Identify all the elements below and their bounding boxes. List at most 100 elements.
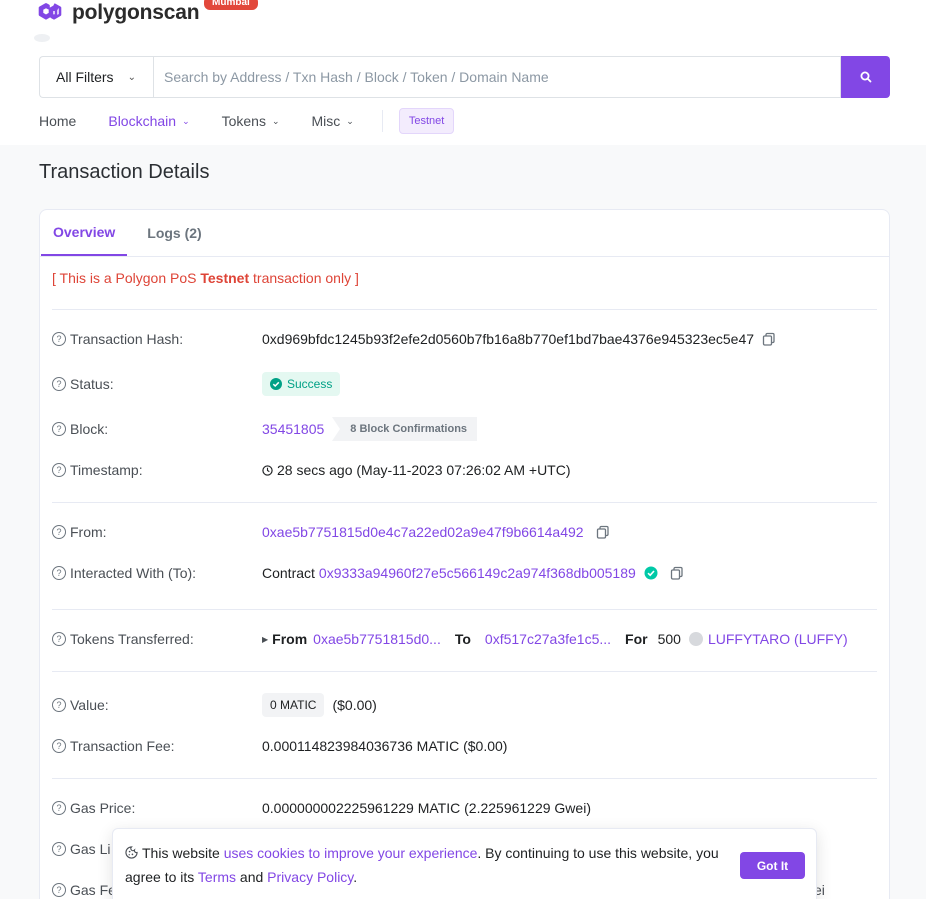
chevron-down-icon: ⌄ [127,71,136,83]
tab-bar: Overview Logs (2) [40,210,889,257]
help-icon[interactable]: ? [52,739,66,753]
cookie-banner: This website uses cookies to improve you… [112,828,817,899]
help-icon[interactable]: ? [52,698,66,712]
cookie-text-1: This website [142,845,224,861]
transaction-card: Overview Logs (2) [ This is a Polygon Po… [39,209,890,899]
testnet-notice: [ This is a Polygon PoS Testnet transact… [52,270,359,286]
caret-right-icon[interactable]: ▶ [262,635,268,644]
row-value: 0 MATIC ($0.00) [262,693,377,717]
row-block: ? Block: 35451805 8 Block Confirmations [52,417,877,441]
help-icon[interactable]: ? [52,566,66,580]
tab-overview[interactable]: Overview [41,210,128,256]
row-value: 0.000000002225961229 MATIC (2.225961229 … [262,800,591,816]
row-label: ? Transaction Hash: [52,331,262,347]
nav-misc[interactable]: Misc ⌄ [312,113,354,129]
row-status: ? Status: Success [52,372,877,396]
help-icon[interactable]: ? [52,332,66,346]
copy-icon[interactable] [596,525,610,539]
notice-prefix: [ This is a Polygon PoS [52,270,201,286]
row-gas-fees: ? Gas Fe [52,882,116,898]
row-label: ? Tokens Transferred: [52,631,262,647]
transaction-hash-label: Transaction Hash: [70,331,184,347]
chevron-down-icon: ⌄ [182,115,190,126]
divider [52,778,877,779]
got-it-button[interactable]: Got It [740,852,805,879]
copy-icon[interactable] [762,332,776,346]
transfer-to-link[interactable]: 0xf517c27a3fe1c5... [485,631,611,647]
chevron-down-icon: ⌄ [271,115,280,126]
from-label: From: [70,524,107,540]
cookie-text: This website uses cookies to improve you… [125,841,725,889]
row-label: ? Value: [52,697,262,713]
logo[interactable]: polygonscan Mumbai [38,0,258,26]
help-icon[interactable]: ? [52,842,66,856]
clock-icon [262,464,273,476]
row-label: ? Transaction Fee: [52,738,262,754]
cookie-policy-link[interactable]: uses cookies to improve your experience [224,845,478,861]
divider [52,609,877,610]
row-label: ? Status: [52,376,262,392]
main-nav: Home Blockchain ⌄ Tokens ⌄ Misc ⌄ Testne… [39,108,455,134]
interacted-with-label: Interacted With (To): [70,565,197,581]
help-icon[interactable]: ? [52,801,66,815]
token-link[interactable]: LUFFYTARO (LUFFY) [708,631,848,647]
contract-prefix: Contract [262,565,315,581]
gas-price: 0.000000002225961229 MATIC (2.225961229 … [262,800,591,816]
row-value: 0xae5b7751815d0e4c7a22ed02a9e47f9b6614a4… [262,524,610,540]
search-button[interactable] [841,56,890,98]
privacy-policy-link[interactable]: Privacy Policy [267,869,353,885]
polygon-logo-icon [38,3,62,20]
row-value: 28 secs ago (May-11-2023 07:26:02 AM +UT… [262,462,571,478]
transfer-from-link[interactable]: 0xae5b7751815d0... [313,631,441,647]
tokens-transferred-label: Tokens Transferred: [70,631,194,647]
row-interacted-with: ? Interacted With (To): Contract 0x9333a… [52,565,877,581]
contract-address-link[interactable]: 0x9333a94960f27e5c566149c2a974f368db0051… [319,565,636,581]
nav-blockchain[interactable]: Blockchain ⌄ [108,113,189,129]
row-gas-price: ? Gas Price: 0.000000002225961229 MATIC … [52,800,877,816]
row-transaction-fee: ? Transaction Fee: 0.000114823984036736 … [52,738,877,754]
transaction-hash: 0xd969bfdc1245b93f2efe2d0560b7fb16a8b770… [262,331,755,347]
from-address-link[interactable]: 0xae5b7751815d0e4c7a22ed02a9e47f9b6614a4… [262,524,584,540]
network-badge: Mumbai [204,0,258,10]
search-icon [860,71,871,83]
help-icon[interactable]: ? [52,883,66,897]
row-value: Contract 0x9333a94960f27e5c566149c2a974f… [262,565,684,581]
timestamp: 28 secs ago (May-11-2023 07:26:02 AM +UT… [277,462,571,478]
help-icon[interactable]: ? [52,422,66,436]
row-value: ? Value: 0 MATIC ($0.00) [52,693,877,717]
row-transaction-hash: ? Transaction Hash: 0xd969bfdc1245b93f2e… [52,331,877,347]
search-filter-dropdown[interactable]: All Filters ⌄ [39,56,153,98]
terms-link[interactable]: Terms [198,869,236,885]
site-header: polygonscan Mumbai All Filters ⌄ Search … [0,0,926,145]
timestamp-label: Timestamp: [70,462,143,478]
testnet-button[interactable]: Testnet [398,108,455,134]
status-badge: Success [262,372,341,396]
transaction-fee: 0.000114823984036736 MATIC ($0.00) [262,738,508,754]
nav-home[interactable]: Home [39,113,76,129]
gas-price-label: Gas Price: [70,800,136,816]
divider [52,671,877,672]
block-link[interactable]: 35451805 [262,421,324,437]
gas-limit-label: Gas Li [70,841,111,857]
help-icon[interactable]: ? [52,463,66,477]
cookie-text-3: and [236,869,268,885]
cookie-text-4: . [353,869,358,885]
tab-logs[interactable]: Logs (2) [135,210,213,256]
row-timestamp: ? Timestamp: 28 secs ago (May-11-2023 07… [52,462,877,478]
row-value: 0xd969bfdc1245b93f2efe2d0560b7fb16a8b770… [262,331,776,347]
search-input[interactable]: Search by Address / Txn Hash / Block / T… [153,56,841,98]
row-value: 0.000114823984036736 MATIC ($0.00) [262,738,507,754]
copy-icon[interactable] [670,566,684,580]
help-icon[interactable]: ? [52,525,66,539]
notice-highlight: Testnet [200,270,250,286]
help-icon[interactable]: ? [52,377,66,391]
row-gas-limit: ? Gas Li [52,841,110,857]
row-label: ? Interacted With (To): [52,565,262,581]
brand-name: polygonscan [72,1,200,24]
nav-tokens-label: Tokens [221,113,266,129]
logo-decoration [34,34,50,42]
transfer-to-label: To [454,631,471,647]
row-label: ? Block: [52,421,262,437]
nav-tokens[interactable]: Tokens ⌄ [222,113,280,129]
help-icon[interactable]: ? [52,632,66,646]
